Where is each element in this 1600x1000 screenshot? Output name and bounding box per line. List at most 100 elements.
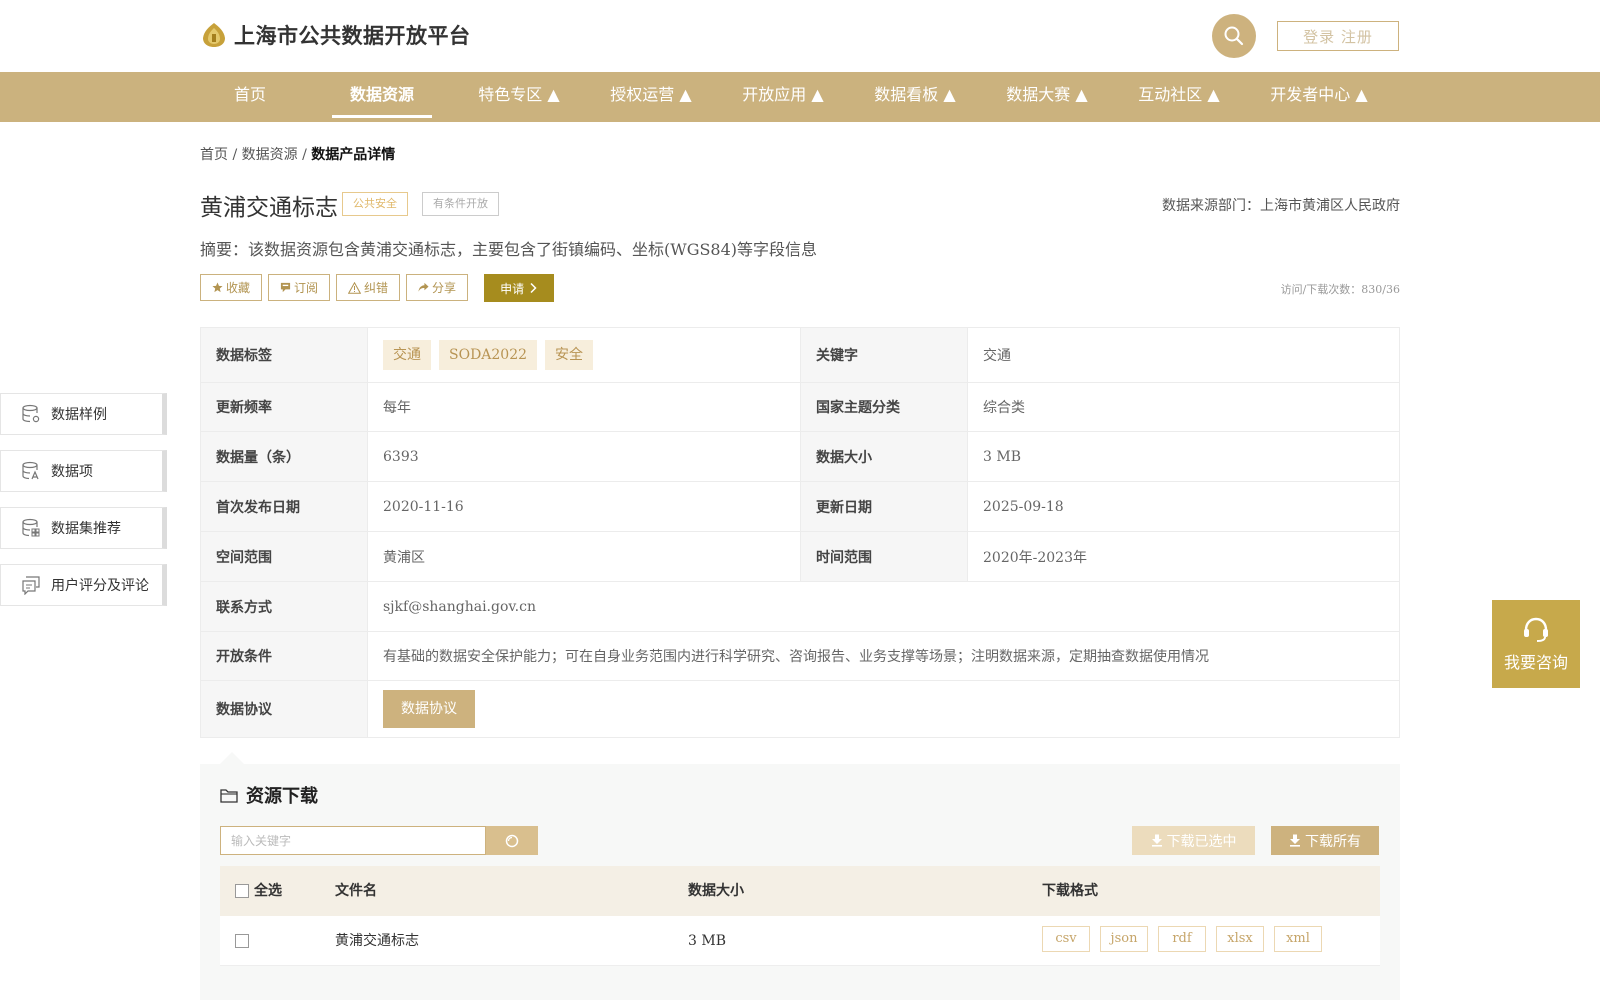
download-table-header: 全选 文件名 数据大小 下载格式 [220,866,1380,916]
format-xlsx-button[interactable]: xlsx [1216,926,1264,952]
first-release-value: 2020-11-16 [367,481,801,532]
search-icon [1224,26,1244,46]
top-header: 上海市公共数据开放平台 登录 注册 [0,0,1600,72]
nav-data-resources[interactable]: 数据资源 [332,72,432,122]
side-nav-dataset-recommend[interactable]: 数据集推荐 [0,507,167,549]
count-value: 6393 [367,431,801,482]
col-size: 数据大小 [688,883,744,899]
open-type-tag: 有条件开放 [422,192,499,216]
breadcrumb: 首页 / 数据资源 / 数据产品详情 [200,144,395,164]
side-nav-label: 数据项 [51,464,93,480]
chevron-right-icon [530,282,537,294]
condition-value: 有基础的数据安全保护能力；可在自身业务范围内进行科学研究、咨询报告、业务支撑等场… [367,631,1400,681]
side-nav-label: 数据集推荐 [51,521,121,537]
star-icon [212,282,223,293]
select-all-label: 全选 [254,883,282,899]
nav-developer[interactable]: 开发者中心 ▲ [1260,72,1378,122]
keyword-search-button[interactable] [486,826,538,855]
time-value: 2020年-2023年 [967,531,1400,582]
bookmark-icon [280,282,291,293]
download-all-button[interactable]: 下载所有 [1271,826,1379,855]
nav-community[interactable]: 互动社区 ▲ [1128,72,1230,122]
label-theme: 国家主题分类 [800,382,968,432]
file-size: 3 MB [688,933,726,949]
correct-button[interactable]: 纠错 [336,274,401,301]
theme-value: 综合类 [967,382,1400,432]
info-row: 数据量（条） 6393 数据大小 3 MB [200,431,1400,482]
label-protocol: 数据协议 [200,680,368,738]
nav-data-contest[interactable]: 数据大赛 ▲ [996,72,1098,122]
data-protocol-button[interactable]: 数据协议 [383,690,475,728]
nav-data-dashboard[interactable]: 数据看板 ▲ [864,72,966,122]
nav-open-apps[interactable]: 开放应用 ▲ [732,72,834,122]
consult-button[interactable]: 我要咨询 [1492,600,1580,688]
nav-home[interactable]: 首页 [222,72,278,122]
info-row: 联系方式 sjkf@shanghai.gov.cn [200,581,1400,632]
apply-button[interactable]: 申请 [484,274,555,302]
side-nav-label: 数据样例 [51,407,107,423]
folder-icon [220,789,238,803]
label-space: 空间范围 [200,531,368,582]
side-nav-ratings-comments[interactable]: 用户评分及评论 [0,564,167,606]
label-time: 时间范围 [800,531,968,582]
side-nav-label: 用户评分及评论 [51,578,149,594]
breadcrumb-data-resources[interactable]: 数据资源 [242,147,298,163]
login-register-button[interactable]: 登录 注册 [1277,21,1399,51]
download-selected-button[interactable]: 下载已选中 [1132,826,1255,855]
dataset-info-table: 数据标签 交通 SODA2022 安全 关键字 交通 更新频率 每年 国家主题分类 … [200,327,1400,738]
logo-icon [203,23,225,47]
warning-icon [348,281,362,294]
visit-download-count: 访问/下载次数：830/36 [1280,283,1400,296]
breadcrumb-separator: / [232,147,238,163]
format-xml-button[interactable]: xml [1274,926,1322,952]
nav-authorized-ops[interactable]: 授权运营 ▲ [600,72,702,122]
breadcrumb-separator: / [302,147,307,163]
site-title: 上海市公共数据开放平台 [234,23,471,48]
keyword-value: 交通 [967,327,1400,383]
database-text-icon [22,461,39,480]
share-label: 分享 [432,281,457,295]
select-all-checkbox[interactable] [235,884,249,898]
format-json-button[interactable]: json [1100,926,1148,952]
label-size: 数据大小 [800,431,968,482]
info-row: 数据协议 数据协议 [200,680,1400,738]
consult-label: 我要咨询 [1503,653,1568,672]
row-checkbox[interactable] [235,934,249,948]
correct-label: 纠错 [364,281,389,295]
col-format: 下载格式 [1042,883,1098,899]
data-tag[interactable]: 安全 [545,340,594,370]
table-row: 黄浦交通标志 3 MB csv json rdf xlsx xml [220,916,1380,966]
tags-cell: 交通 SODA2022 安全 [367,327,801,383]
favorite-button[interactable]: 收藏 [200,274,263,301]
format-csv-button[interactable]: csv [1042,926,1090,952]
format-rdf-button[interactable]: rdf [1158,926,1206,952]
label-condition: 开放条件 [200,631,368,681]
data-tag[interactable]: 交通 [383,340,431,370]
nav-featured[interactable]: 特色专区 ▲ [468,72,570,122]
contact-value: sjkf@shanghai.gov.cn [367,581,1400,632]
download-icon [1151,834,1162,847]
site-logo[interactable]: 上海市公共数据开放平台 [200,20,471,50]
share-button[interactable]: 分享 [406,274,469,301]
search-button[interactable] [1212,14,1256,58]
info-row: 数据标签 交通 SODA2022 安全 关键字 交通 [200,327,1400,383]
label-first-release: 首次发布日期 [200,481,368,532]
breadcrumb-home[interactable]: 首页 [200,147,228,163]
database-gear-icon [22,404,40,423]
main-nav: 首页 数据资源 特色专区 ▲ 授权运营 ▲ 开放应用 ▲ 数据看板 ▲ 数据大赛… [0,72,1600,122]
info-row: 空间范围 黄浦区 时间范围 2020年-2023年 [200,531,1400,582]
subscribe-button[interactable]: 订阅 [268,274,331,301]
data-tag[interactable]: SODA2022 [439,340,538,370]
keyword-search-input[interactable] [220,826,486,855]
label-contact: 联系方式 [200,581,368,632]
download-heading: 资源下载 [220,782,318,808]
share-icon [418,282,429,292]
size-value: 3 MB [967,431,1400,482]
frequency-value: 每年 [367,382,801,432]
label-count: 数据量（条） [200,431,368,482]
database-grid-icon [22,518,40,537]
side-nav-data-sample[interactable]: 数据样例 [0,393,167,435]
action-bar: 收藏 订阅 纠错 分享 申请 [200,274,555,302]
breadcrumb-current: 数据产品详情 [311,147,396,163]
side-nav-data-items[interactable]: 数据项 [0,450,167,492]
